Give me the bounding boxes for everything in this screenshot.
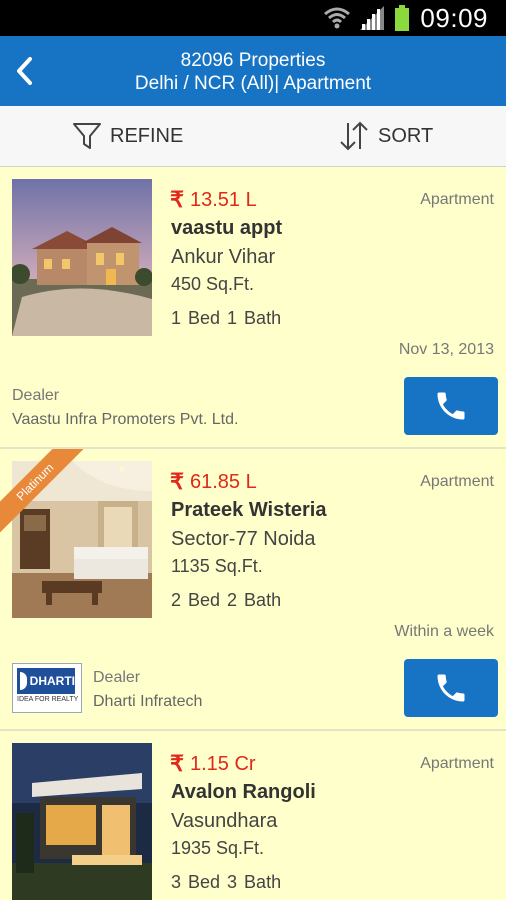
listing-card[interactable]: Platinum ₹ 61.85 L Apartment Prateek Wis… xyxy=(0,449,506,731)
project-name: Avalon Rangoli xyxy=(171,781,316,803)
dealer-logo-emblem xyxy=(20,672,27,690)
app-header: 82096 Properties Delhi / NCR (All)| Apar… xyxy=(0,36,506,106)
page-title: 82096 Properties Delhi / NCR (All)| Apar… xyxy=(0,49,506,95)
dealer-logo-tagline: IDEA FOR REALTY xyxy=(17,696,79,703)
call-button[interactable] xyxy=(404,659,498,717)
project-name: vaastu appt xyxy=(171,217,283,239)
locality: Ankur Vihar xyxy=(171,246,276,268)
property-type: Apartment xyxy=(420,191,494,208)
call-button[interactable] xyxy=(404,377,498,435)
wifi-icon xyxy=(324,7,351,29)
dealer-name: Dharti Infratech xyxy=(93,693,203,710)
posted-date: Within a week xyxy=(394,623,494,640)
battery-icon xyxy=(395,5,410,31)
locality: Sector-77 Noida xyxy=(171,528,316,550)
status-time: 09:09 xyxy=(420,2,488,33)
phone-icon xyxy=(437,674,465,702)
rooms: 2 Bed 2 Bath xyxy=(171,590,282,610)
sort-arrows-icon xyxy=(340,121,368,151)
phone-icon xyxy=(437,392,465,420)
refine-button[interactable]: REFINE xyxy=(72,106,183,166)
locality: Vasundhara xyxy=(171,810,278,832)
sort-label: SORT xyxy=(378,124,434,147)
title-filter: Delhi / NCR (All)| Apartment xyxy=(134,73,372,94)
area: 1935 Sq.Ft. xyxy=(171,838,265,858)
listing-card[interactable]: ₹ 13.51 L Apartment vaastu appt Ankur Vi… xyxy=(0,167,506,449)
dealer-logo[interactable]: DHARTI IDEA FOR REALTY xyxy=(12,663,82,713)
rupee-icon: ₹ xyxy=(170,187,184,212)
sort-button[interactable]: SORT xyxy=(338,106,433,166)
price-value: 13.51 L xyxy=(190,188,257,211)
price: ₹ 13.51 L xyxy=(170,187,257,213)
title-count: 82096 Properties xyxy=(180,50,326,71)
dealer-name: Vaastu Infra Promoters Pvt. Ltd. xyxy=(12,411,239,428)
posted-date: Nov 13, 2013 xyxy=(398,341,494,358)
property-photo[interactable] xyxy=(12,179,152,336)
area: 450 Sq.Ft. xyxy=(171,274,255,294)
property-photo[interactable] xyxy=(12,743,152,900)
price: ₹ 1.15 Cr xyxy=(170,751,256,777)
rupee-icon: ₹ xyxy=(170,469,184,494)
price-value: 61.85 L xyxy=(190,470,257,493)
listing-card[interactable]: ₹ 1.15 Cr Apartment Avalon Rangoli Vasun… xyxy=(0,731,506,900)
filter-toolbar: REFINE SORT xyxy=(0,106,506,167)
rooms: 3 Bed 3 Bath xyxy=(171,872,282,892)
dealer-logo-text: DHARTI xyxy=(29,674,75,688)
refine-label: REFINE xyxy=(110,124,184,147)
dealer-role: Dealer xyxy=(12,387,60,404)
dealer-role: Dealer xyxy=(93,669,141,686)
rupee-icon: ₹ xyxy=(170,751,184,776)
dealer-logo-mark: DHARTI xyxy=(17,668,75,694)
signal-icon xyxy=(360,6,385,30)
property-type: Apartment xyxy=(420,755,494,772)
rooms: 1 Bed 1 Bath xyxy=(171,308,282,328)
price: ₹ 61.85 L xyxy=(170,469,257,495)
filter-funnel-icon xyxy=(73,123,101,149)
property-type: Apartment xyxy=(420,473,494,490)
project-name: Prateek Wisteria xyxy=(171,499,327,521)
status-bar: 09:09 xyxy=(0,0,506,36)
area: 1135 Sq.Ft. xyxy=(171,556,263,576)
price-value: 1.15 Cr xyxy=(190,752,256,775)
